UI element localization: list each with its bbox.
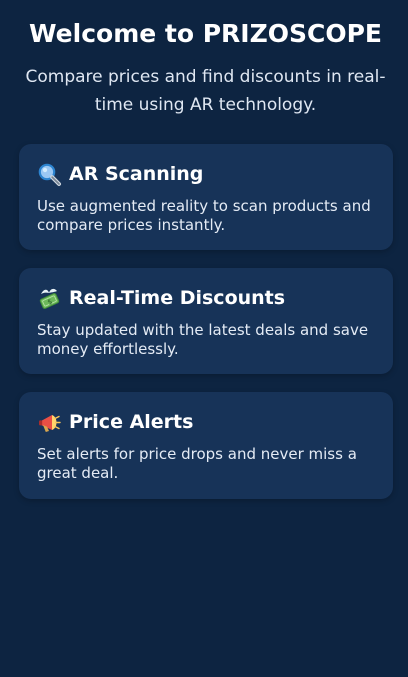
- feature-title: Real-Time Discounts: [69, 287, 286, 309]
- feature-card-ar-scanning: AR Scanning Use augmented reality to sca…: [19, 144, 393, 250]
- feature-heading: $ Real-Time Discounts: [37, 285, 375, 311]
- page-subtitle: Compare prices and find discounts in rea…: [25, 67, 386, 115]
- welcome-page: Welcome to PRIZOSCOPE Compare prices and…: [0, 0, 408, 677]
- feature-card-real-time-discounts: $ Real-Time Discounts Stay updated with …: [19, 268, 393, 374]
- feature-title: Price Alerts: [69, 411, 194, 433]
- feature-card-price-alerts: Price Alerts Set alerts for price drops …: [19, 392, 393, 499]
- feature-description: Set alerts for price drops and never mis…: [37, 445, 357, 482]
- feature-heading: AR Scanning: [37, 161, 375, 187]
- feature-description: Use augmented reality to scan products a…: [37, 197, 371, 234]
- feature-description: Stay updated with the latest deals and s…: [37, 321, 369, 358]
- money-with-wings-icon: $: [37, 286, 62, 311]
- feature-heading: Price Alerts: [37, 409, 375, 435]
- megaphone-icon: [37, 410, 62, 435]
- magnifying-glass-icon: [37, 162, 62, 187]
- page-title: Welcome to PRIZOSCOPE: [28, 19, 382, 48]
- feature-title: AR Scanning: [69, 163, 204, 185]
